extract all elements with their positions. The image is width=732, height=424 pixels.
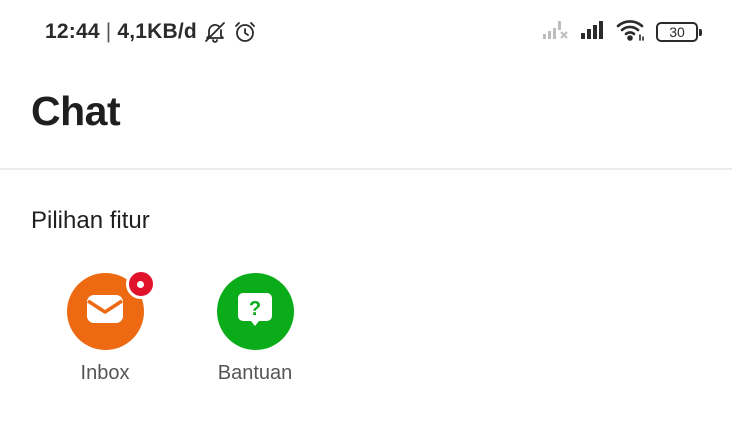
- page-title: Chat: [31, 88, 121, 134]
- bantuan-label: Bantuan: [217, 362, 293, 384]
- inbox-feature-button[interactable]: Inbox: [30, 269, 180, 385]
- feature-list: Inbox ? Bantuan: [30, 269, 330, 385]
- clock: 12:44: [45, 20, 100, 43]
- wifi-icon: [616, 18, 646, 47]
- status-separator: |: [105, 20, 112, 43]
- network-speed: 4,1KB/d: [117, 20, 197, 43]
- help-chat-icon: ?: [235, 289, 275, 334]
- svg-text:?: ?: [249, 298, 261, 320]
- notification-badge: [125, 269, 156, 299]
- status-bar: 12:44 | 4,1KB/d 30: [0, 0, 732, 64]
- status-bar-left: 12:44 | 4,1KB/d: [45, 17, 257, 47]
- status-bar-right: 30: [542, 17, 702, 47]
- alarm-clock-icon: [233, 20, 257, 44]
- mail-icon: [86, 294, 124, 329]
- bantuan-feature-button[interactable]: ? Bantuan: [180, 273, 330, 385]
- inbox-label: Inbox: [80, 362, 130, 384]
- section-title: Pilihan fitur: [31, 207, 150, 234]
- battery-icon: 30: [656, 22, 702, 42]
- bantuan-icon-circle[interactable]: ?: [216, 273, 294, 350]
- battery-level: 30: [669, 24, 685, 40]
- signal-strength-icon: [580, 19, 606, 46]
- header-divider: [0, 168, 732, 170]
- bell-muted-icon: [203, 20, 227, 44]
- badge-dot: [137, 280, 144, 288]
- inbox-icon-circle[interactable]: [66, 269, 156, 350]
- signal-no-service-icon: [542, 19, 570, 46]
